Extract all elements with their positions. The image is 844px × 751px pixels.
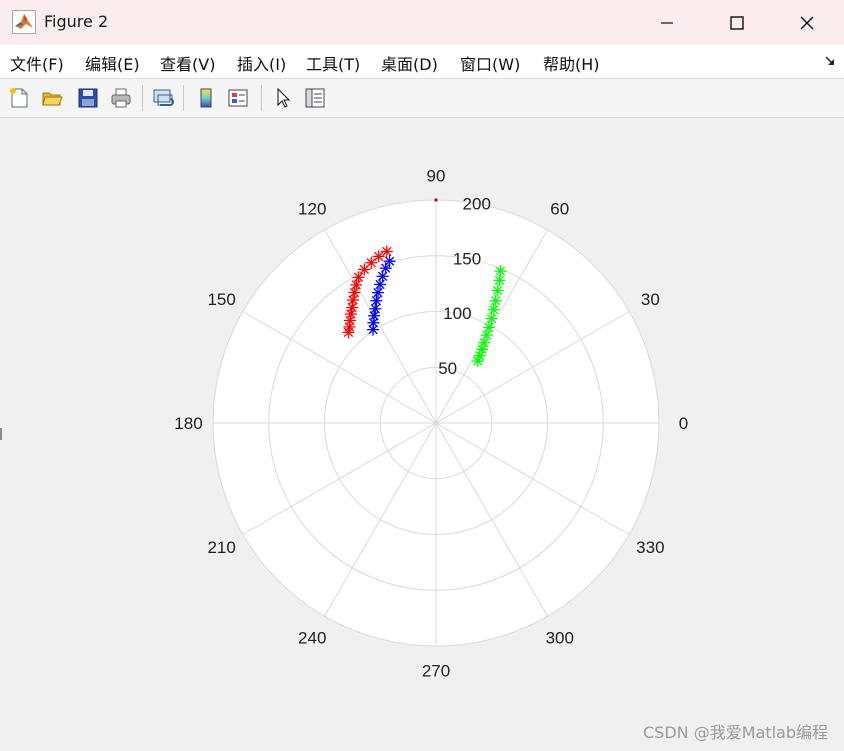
theta-tick-label: 0	[679, 414, 688, 433]
colorbar-button[interactable]	[192, 84, 220, 112]
minimize-icon	[661, 21, 673, 24]
new-figure-button[interactable]	[5, 84, 33, 112]
theta-tick-label: 120	[298, 200, 326, 219]
pointer-icon	[277, 87, 291, 108]
open-file-button[interactable]	[38, 84, 66, 112]
maximize-button[interactable]	[702, 0, 772, 45]
link-plot-icon	[153, 89, 174, 106]
axis-top-marker	[434, 198, 438, 202]
r-tick-label: 100	[443, 304, 471, 323]
menu-help[interactable]: 帮助(H)	[543, 51, 600, 75]
save-button[interactable]	[74, 84, 102, 112]
theta-tick-label: 210	[207, 538, 235, 557]
print-icon	[111, 88, 131, 108]
menu-insert[interactable]: 插入(I)	[237, 51, 286, 75]
legend-icon	[228, 89, 248, 107]
window-edge-marker	[0, 428, 2, 440]
r-tick-label: 50	[438, 359, 457, 378]
series-blue-point	[383, 255, 396, 268]
toolbar-separator	[142, 85, 143, 111]
menu-desktop[interactable]: 桌面(D)	[381, 51, 438, 75]
title-bar: Figure 2	[0, 0, 844, 45]
property-inspector-button[interactable]	[301, 84, 329, 112]
close-icon	[800, 16, 814, 29]
toolbar-separator	[261, 85, 262, 111]
watermark: CSDN @我爱Matlab编程	[643, 723, 828, 742]
theta-tick-label: 60	[550, 200, 569, 219]
theta-tick-label: 270	[422, 662, 450, 681]
menu-view[interactable]: 查看(V)	[160, 51, 215, 75]
matlab-logo-icon	[12, 10, 36, 34]
r-tick-label: 150	[453, 249, 481, 268]
maximize-icon	[730, 15, 744, 30]
close-button[interactable]	[772, 0, 842, 45]
colorbar-icon	[200, 88, 212, 108]
theta-tick-label: 300	[546, 628, 574, 647]
print-button[interactable]	[107, 84, 135, 112]
toolbar	[0, 79, 844, 118]
theta-tick-label: 30	[641, 290, 660, 309]
figure-canvas[interactable]: 0 30 60 90 120 150 180 210 240 270 300 330 50 100 150 2…	[0, 118, 844, 751]
theta-tick-label: 150	[207, 290, 235, 309]
theta-tick-label: 180	[174, 414, 202, 433]
menu-window[interactable]: 窗口(W)	[460, 51, 520, 75]
theta-tick-label: 90	[427, 166, 446, 185]
menu-edit[interactable]: 编辑(E)	[85, 51, 140, 75]
minimize-button[interactable]	[632, 0, 702, 45]
menu-tools[interactable]: 工具(T)	[306, 51, 360, 75]
open-file-icon	[42, 92, 63, 106]
property-inspector-icon	[305, 88, 325, 108]
dock-arrow-icon[interactable]	[824, 55, 836, 67]
menu-bar: 文件(F) 编辑(E) 查看(V) 插入(I) 工具(T) 桌面(D) 窗口(W…	[0, 45, 844, 79]
pointer-button[interactable]	[269, 84, 297, 112]
r-tick-label: 200	[463, 194, 491, 213]
theta-tick-label: 330	[636, 538, 664, 557]
window-title: Figure 2	[44, 12, 109, 31]
link-plot-button[interactable]	[149, 84, 177, 112]
new-figure-icon	[10, 88, 28, 108]
toolbar-separator	[183, 85, 184, 111]
polar-plot[interactable]: 0 30 60 90 120 150 180 210 240 270 300 330 50 100 150 2…	[0, 118, 844, 751]
legend-button[interactable]	[224, 84, 252, 112]
save-icon	[78, 88, 98, 108]
menu-file[interactable]: 文件(F)	[10, 51, 64, 75]
theta-tick-label: 240	[298, 628, 326, 647]
